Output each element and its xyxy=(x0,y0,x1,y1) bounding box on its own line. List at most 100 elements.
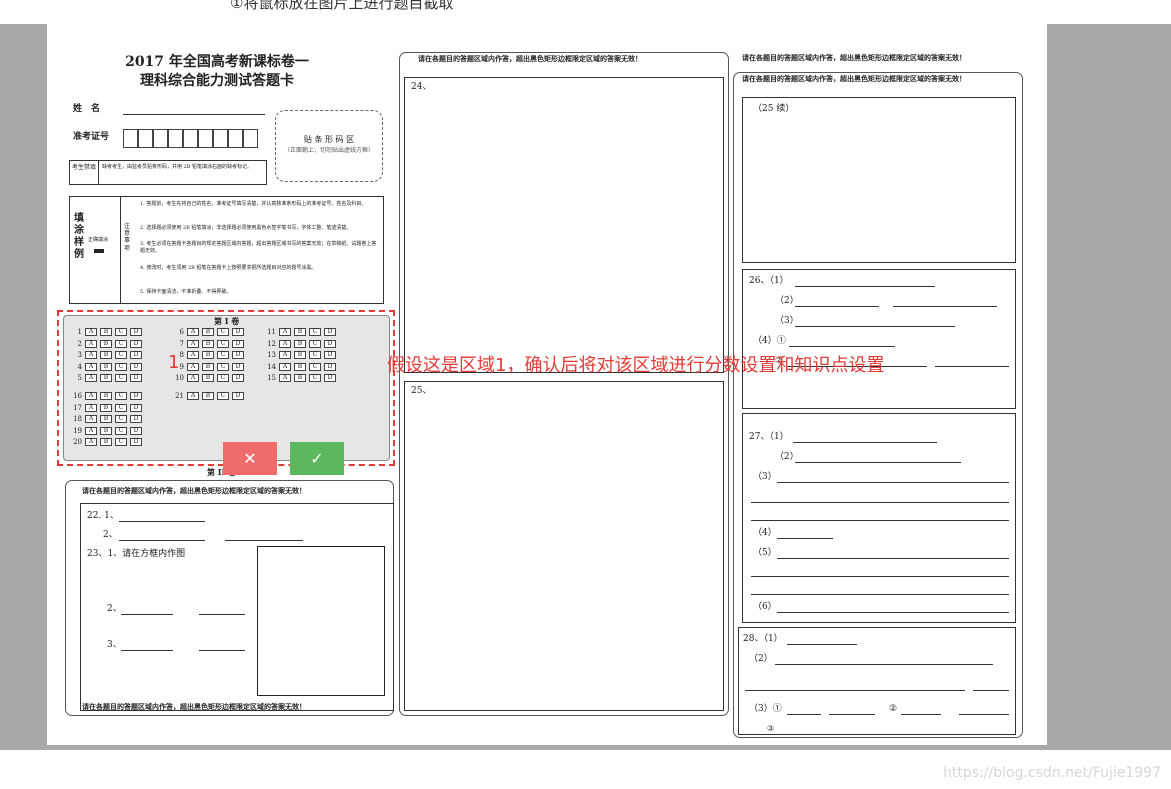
mc-option-bubble: D xyxy=(324,374,336,382)
mc-question: 19 A B C D xyxy=(72,426,142,435)
examinee-box: 考生禁填 缺考考生，由监考员贴条形码，并用 2B 铅笔填涂右面的缺考标记。 xyxy=(69,160,267,185)
q22-23-answer-area: 22. 1、 2、 23、1、请在方框内作图 2、 3、 xyxy=(80,503,394,711)
mc-question: 15 A B C D xyxy=(266,374,336,382)
mc-question: 17 A B C D xyxy=(72,403,142,412)
mc-option-bubble: D xyxy=(130,374,142,382)
mc-question: 5ABCD xyxy=(72,374,142,382)
mc-question: 12 A B C D xyxy=(266,339,336,348)
mc-option-bubble: A xyxy=(279,374,291,382)
mc-option-bubble: D xyxy=(232,339,244,348)
cancel-button[interactable]: ✕ xyxy=(223,442,277,475)
q22-2-label: 2、 xyxy=(103,530,118,540)
notes-item: 1. 答题前，考生先将自己的姓名、准考证号填写清楚，并认真核准条形码上的准考证号… xyxy=(140,201,367,207)
mc-option-bubble: C xyxy=(217,392,229,400)
mc-option-bubble: D xyxy=(130,415,142,423)
close-icon: ✕ xyxy=(243,449,257,468)
mc-option-bubble: D xyxy=(130,362,142,371)
mc-option-bubble: D xyxy=(324,362,336,371)
q27-area: 27、（1） （2） （3） （4） （5） （6） xyxy=(742,413,1016,623)
mc-option-bubble: C xyxy=(217,362,229,371)
mc-option-bubble: D xyxy=(130,403,142,412)
sheet-title-line1: 2017 年全国高考新课标卷一 xyxy=(125,54,309,70)
answer-sheet-image[interactable]: 2017 年全国高考新课标卷一 理科综合能力测试答题卡 姓 名 准考证号 贴 条… xyxy=(47,24,1047,745)
examinee-text: 缺考考生，由监考员贴条形码，并用 2B 铅笔填涂右面的缺考标记。 xyxy=(102,164,253,170)
id-cell xyxy=(243,129,258,148)
mc-option-bubble: B xyxy=(294,362,306,371)
mc-option-bubble: C xyxy=(217,328,229,336)
mc-option-bubble: B xyxy=(100,426,112,435)
right-column-box: 请在各题目的答题区域内作答，超出黑色矩形边框限定区域的答案无效！ （25 续） … xyxy=(733,72,1023,738)
notes-item: 3. 考生必须在答题卡各题目的规定答题区域内答题，超出答题区域书写的答案无效；在… xyxy=(140,241,377,255)
q27-6-label: （6） xyxy=(753,602,777,612)
mc-question-number: 17 xyxy=(73,403,82,412)
top-hint: ①将鼠标放在图片上进行题目截取 xyxy=(230,0,454,12)
mc-option-bubble: A xyxy=(85,374,97,382)
mc-option-bubble: C xyxy=(115,374,127,382)
q26-label: 26、（1） xyxy=(749,276,789,286)
mc-option-bubble: A xyxy=(187,351,199,359)
mc-option-bubble: C xyxy=(115,339,127,348)
mc-option-bubble: B xyxy=(202,362,214,371)
mc-question-number: 21 xyxy=(175,392,184,400)
mc-question: 2ABCD xyxy=(72,339,142,348)
mc-option-bubble: B xyxy=(100,362,112,371)
mc-option-bubble: C xyxy=(217,339,229,348)
id-cell xyxy=(123,129,138,148)
mc-option-bubble: C xyxy=(309,328,321,336)
answer-notice-bottom: 请在各题目的答题区域内作答，超出黑色矩形边框限定区域的答案无效！ xyxy=(82,702,306,711)
fill-sample-correct: 正确填涂 xyxy=(88,237,109,243)
fill-sample-notes-box: 填涂样例 正确填涂 注意事项 1. 答题前，考生先将自己的姓名、准考证号填写清楚… xyxy=(69,196,384,304)
sticker-title: 贴 条 形 码 区 xyxy=(303,135,355,144)
watermark: https://blog.csdn.net/Fujie1997 xyxy=(943,765,1161,781)
mc-option-bubble: B xyxy=(100,438,112,446)
mc-option-bubble: B xyxy=(100,351,112,359)
mc-option-bubble: B xyxy=(202,351,214,359)
mc-option-bubble: C xyxy=(309,374,321,382)
mc-option-bubble: B xyxy=(294,328,306,336)
name-label: 姓 名 xyxy=(73,104,101,114)
q26-area: 26、（1） （2） （3） （4）① ② xyxy=(742,269,1016,409)
notes-item: 5. 保持卡面清洁，不准折叠、不得弄破。 xyxy=(140,289,232,295)
mc-option-bubble: A xyxy=(85,438,97,446)
mc-option-bubble: D xyxy=(232,351,244,359)
answer-notice: 请在各题目的答题区域内作答，超出黑色矩形边框限定区域的答案无效！ xyxy=(418,54,642,63)
mc-option-bubble: C xyxy=(115,362,127,371)
id-cell xyxy=(153,129,168,148)
mc-option-bubble: D xyxy=(130,339,142,348)
id-cell xyxy=(168,129,183,148)
mc-option-bubble: D xyxy=(130,426,142,435)
barcode-sticker-area: 贴 条 形 码 区 （正面朝上，切勿贴出虚线方框） xyxy=(275,110,383,182)
mc-option-bubble: B xyxy=(202,392,214,400)
notes-item: 2. 选择题必须使用 2B 铅笔填涂；非选择题必须使用黑色水签字笔书写，字体工整… xyxy=(140,225,352,231)
fill-sample-mark xyxy=(94,249,104,253)
mc-question: 9ABCD xyxy=(174,362,244,371)
mc-option-bubble: D xyxy=(232,362,244,371)
mc-option-bubble: D xyxy=(232,392,244,400)
confirm-button[interactable]: ✓ xyxy=(290,442,344,475)
q23-label: 23、1、请在方框内作图 xyxy=(87,549,186,559)
id-cell xyxy=(183,129,198,148)
mc-option-bubble: D xyxy=(130,438,142,446)
mc-option-bubble: D xyxy=(324,339,336,348)
region-message: 假设这是区域1，确认后将对该区域进行分数设置和知识点设置 xyxy=(387,355,885,376)
q28-label: 28、（1） xyxy=(743,634,783,644)
mc-question: 13 A B C D xyxy=(266,351,336,359)
mc-option-bubble: B xyxy=(100,374,112,382)
mc-question: 16 A B C D xyxy=(72,392,142,400)
check-icon: ✓ xyxy=(310,449,324,468)
mc-option-bubble: B xyxy=(100,339,112,348)
mc-option-bubble: C xyxy=(217,351,229,359)
mc-option-bubble: A xyxy=(187,328,199,336)
mc-question: 21 A B C D xyxy=(174,392,244,400)
mc-option-bubble: B xyxy=(202,328,214,336)
mc-option-bubble: A xyxy=(187,392,199,400)
mc-option-bubble: C xyxy=(115,426,127,435)
mc-option-bubble: B xyxy=(100,415,112,423)
q28-area: 28、（1） （2） （3）① ② ③ xyxy=(738,627,1016,735)
mc-question-number: 20 xyxy=(73,438,82,446)
mc-option-bubble: A xyxy=(85,415,97,423)
fill-sample-title: 填涂样例 xyxy=(74,213,84,260)
q22-23-box: 请在各题目的答题区域内作答，超出黑色矩形边框限定区域的答案无效！ 22. 1、 … xyxy=(65,480,394,716)
q24-label: 24、 xyxy=(411,82,432,92)
answer-notice-right: 请在各题目的答题区域内作答，超出黑色矩形边框限定区域的答案无效！ xyxy=(742,53,966,62)
